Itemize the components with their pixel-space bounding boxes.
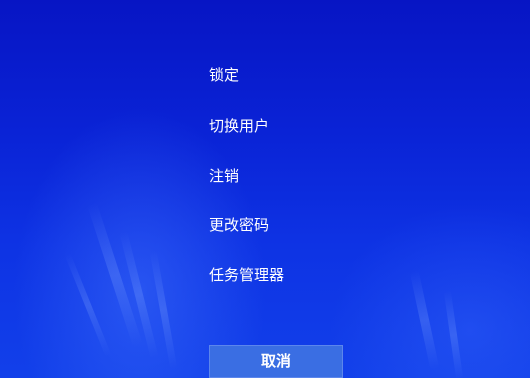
security-options-screen: 锁定 切换用户 注销 更改密码 任务管理器 取消 (0, 0, 530, 378)
menu-item-sign-out[interactable]: 注销 (209, 166, 239, 186)
background-streak (64, 252, 112, 358)
background-streak (443, 289, 464, 378)
menu-item-switch-user[interactable]: 切换用户 (209, 116, 269, 136)
background-streak (409, 270, 440, 370)
menu-item-change-password[interactable]: 更改密码 (209, 215, 269, 235)
menu-item-task-manager[interactable]: 任务管理器 (209, 265, 284, 285)
menu-item-lock[interactable]: 锁定 (209, 65, 239, 85)
cancel-button[interactable]: 取消 (209, 345, 343, 378)
